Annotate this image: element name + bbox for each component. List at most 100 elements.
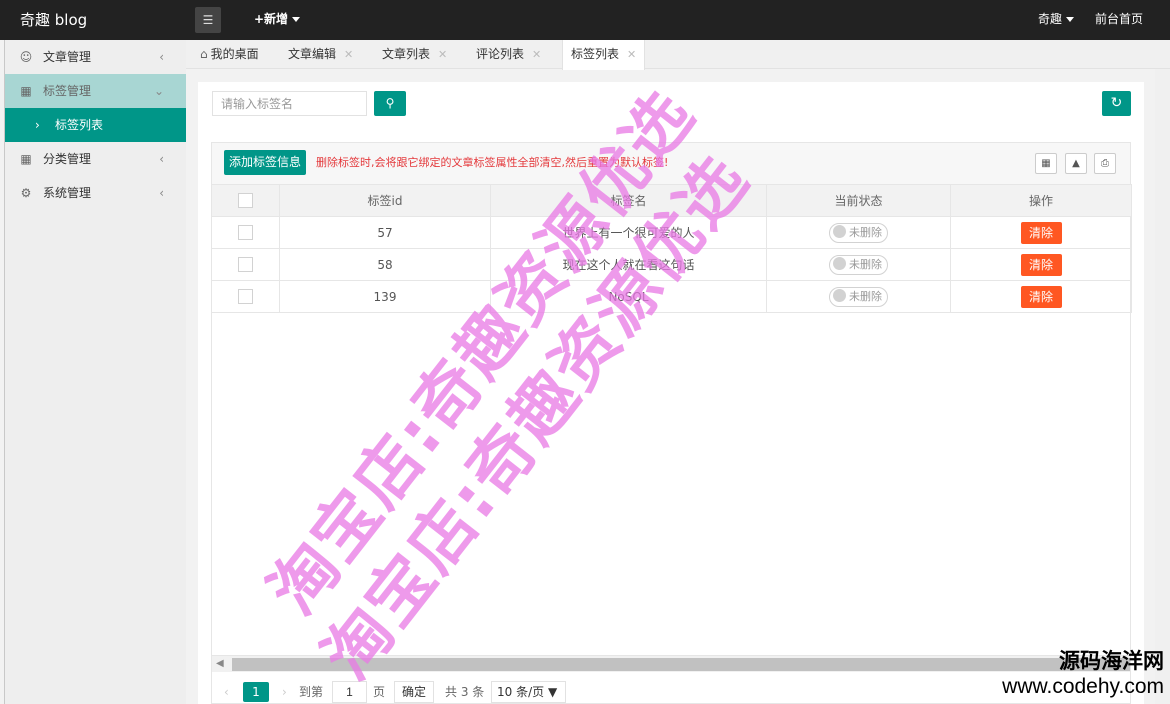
row-select-cell (211, 216, 280, 249)
clear-button[interactable]: 清除 (1020, 253, 1062, 276)
hamburger-icon[interactable]: ☰ (195, 7, 221, 33)
tag-id-cell: 58 (279, 248, 491, 281)
toggle-knob (833, 257, 846, 270)
toggle-knob (833, 225, 846, 238)
tab-comment-list[interactable]: 评论列表 ✕ (476, 40, 541, 69)
close-icon[interactable]: ✕ (438, 48, 447, 61)
page-size-value: 10 条/页 (497, 685, 545, 699)
goto-confirm-button[interactable]: 确定 (394, 681, 435, 703)
corner-brand-url: www.codehy.com (1002, 675, 1164, 698)
user-dropdown[interactable]: 奇趣 (1038, 0, 1075, 38)
close-icon[interactable]: ✕ (344, 48, 353, 61)
status-toggle[interactable]: 未删除 (829, 286, 888, 307)
corner-brand-name: 源码海洋网 (1059, 649, 1164, 673)
tab-label: 标签列表 (571, 47, 620, 61)
sidebar-item-label: 标签列表 (55, 118, 104, 132)
tab-article-list[interactable]: 文章列表 ✕ (382, 40, 447, 69)
next-page-icon[interactable]: › (282, 682, 287, 702)
sidebar-item-label: 分类管理 (43, 152, 92, 166)
chevron-left-icon: ‹ (159, 186, 164, 200)
search-button[interactable]: ⚲ (374, 91, 406, 116)
tag-icon: ▦ (20, 84, 32, 98)
search-icon: ⚲ (385, 96, 395, 110)
clear-button[interactable]: 清除 (1020, 221, 1062, 244)
close-icon[interactable]: ✕ (627, 48, 636, 61)
corner-watermark: 源码海洋网 www.codehy.com (970, 648, 1170, 700)
goto-label: 到第 (299, 685, 324, 699)
tab-bar: ⌂ 我的桌面 文章编辑 ✕ 文章列表 ✕ 评论列表 ✕ 标签列表 ✕ (186, 40, 1170, 70)
tab-label: 文章编辑 (288, 47, 337, 61)
tab-label: 评论列表 (476, 47, 525, 61)
sidebar-subitem-tag-list[interactable]: › 标签列表 (5, 108, 186, 142)
row-select-cell (211, 248, 280, 281)
print-icon[interactable]: ⎙ (1094, 153, 1116, 174)
tab-label: 文章列表 (382, 47, 431, 61)
select-arrow-icon: ▼ (547, 685, 558, 699)
tab-label: 我的桌面 (210, 47, 259, 61)
page-scrollbar[interactable] (1155, 69, 1170, 704)
column-header-status[interactable]: 当前状态 (766, 184, 951, 217)
action-cell: 清除 (950, 280, 1132, 313)
sidebar-item-system[interactable]: ⚙ 系统管理 ‹ (5, 176, 186, 210)
row-checkbox[interactable] (238, 289, 253, 304)
sidebar-item-label: 标签管理 (43, 84, 92, 98)
page-number-current[interactable]: 1 (243, 682, 269, 702)
tab-tag-list[interactable]: 标签列表 ✕ (562, 40, 646, 70)
chevron-left-icon: ‹ (159, 50, 164, 64)
tab-article-edit[interactable]: 文章编辑 ✕ (288, 40, 353, 69)
status-label: 未删除 (849, 289, 882, 303)
sidebar-item-label: 文章管理 (43, 50, 92, 64)
user-icon: ☺ (19, 50, 33, 64)
front-home-link[interactable]: 前台首页 (1095, 0, 1143, 38)
add-tag-button[interactable]: 添加标签信息 (224, 150, 307, 175)
settings-icon: ⚙ (20, 186, 32, 200)
status-toggle[interactable]: 未删除 (829, 222, 888, 243)
status-cell: 未删除 (766, 248, 951, 281)
close-icon[interactable]: ✕ (532, 48, 541, 61)
action-cell: 清除 (950, 216, 1132, 249)
status-cell: 未删除 (766, 280, 951, 313)
toggle-knob (833, 289, 846, 302)
chevron-right-icon: › (35, 118, 40, 132)
tag-id-cell: 57 (279, 216, 491, 249)
user-name: 奇趣 (1038, 12, 1063, 26)
row-checkbox[interactable] (238, 257, 253, 272)
caret-down-icon (292, 17, 301, 22)
status-toggle[interactable]: 未删除 (829, 254, 888, 275)
row-select-cell (211, 280, 280, 313)
total-count: 共 3 条 (445, 685, 485, 699)
refresh-button[interactable]: ↻ (1102, 91, 1131, 116)
add-new-dropdown[interactable]: +新增 (254, 0, 301, 38)
status-label: 未删除 (849, 225, 882, 239)
refresh-icon: ↻ (1110, 95, 1123, 111)
chevron-down-icon: ⌄ (153, 84, 164, 98)
tab-desktop[interactable]: ⌂ 我的桌面 (200, 40, 259, 69)
status-label: 未删除 (849, 257, 882, 271)
search-input[interactable] (212, 91, 367, 116)
sidebar-item-articles[interactable]: ☺ 文章管理 ‹ (5, 40, 186, 74)
top-navbar: 奇趣 blog ☰ +新增 奇趣 前台首页 (0, 0, 1170, 40)
action-cell: 清除 (950, 248, 1132, 281)
sidebar-item-tags[interactable]: ▦ 标签管理 ⌄ (5, 74, 186, 108)
select-all-cell (211, 184, 280, 217)
clear-button[interactable]: 清除 (1020, 285, 1062, 308)
chevron-left-icon: ‹ (159, 152, 164, 166)
row-checkbox[interactable] (238, 225, 253, 240)
page-size-select[interactable]: 10 条/页 ▼ (491, 681, 566, 703)
home-icon: ⌂ (200, 47, 208, 61)
folder-icon: ▦ (20, 152, 32, 166)
prev-page-icon[interactable]: ‹ (224, 682, 229, 702)
export-icon[interactable]: ▲ (1065, 153, 1087, 174)
caret-down-icon (1066, 17, 1075, 22)
select-all-checkbox[interactable] (238, 193, 253, 208)
column-header-id[interactable]: 标签id (279, 184, 491, 217)
status-cell: 未删除 (766, 216, 951, 249)
add-new-label: +新增 (254, 12, 289, 26)
sidebar-item-categories[interactable]: ▦ 分类管理 ‹ (5, 142, 186, 176)
sidebar: ☺ 文章管理 ‹ ▦ 标签管理 ⌄ › 标签列表 ▦ 分类管理 ‹ ⚙ 系统管理… (4, 40, 186, 704)
sidebar-item-label: 系统管理 (43, 186, 92, 200)
scroll-left-icon[interactable]: ◀ (216, 658, 224, 669)
columns-filter-icon[interactable]: ▦ (1035, 153, 1057, 174)
column-header-action: 操作 (950, 184, 1132, 217)
app-logo[interactable]: 奇趣 blog (20, 0, 87, 40)
